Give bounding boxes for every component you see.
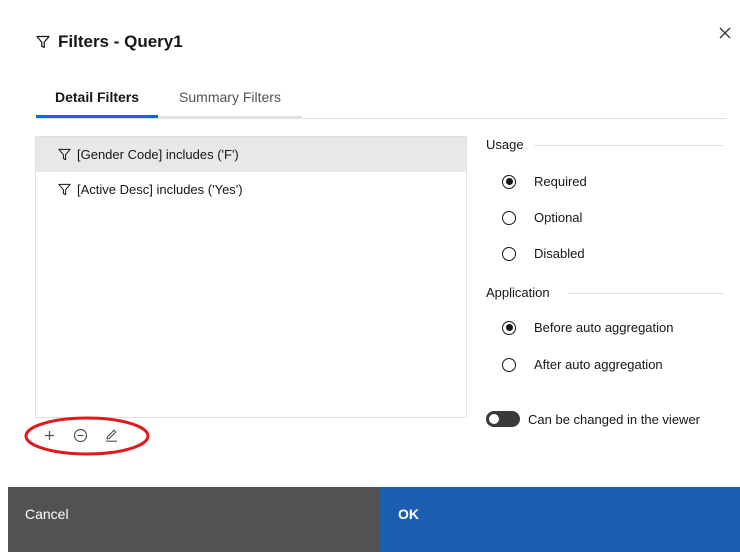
radio-indicator[interactable] bbox=[502, 210, 516, 225]
dialog-header: Filters - Query1 bbox=[36, 32, 183, 52]
cancel-button[interactable]: Cancel bbox=[8, 487, 380, 552]
usage-section-label: Usage bbox=[486, 137, 524, 152]
radio-indicator[interactable] bbox=[502, 320, 516, 335]
radio-label: Disabled bbox=[534, 246, 585, 261]
filter-icon bbox=[58, 183, 71, 196]
radio-optional[interactable]: Optional bbox=[502, 210, 582, 225]
filter-list: [Gender Code] includes ('F') [Active Des… bbox=[35, 136, 467, 418]
usage-divider bbox=[534, 145, 724, 146]
annotation-highlight-ring bbox=[24, 416, 150, 456]
radio-disabled[interactable]: Disabled bbox=[502, 246, 585, 261]
radio-before-aggregation[interactable]: Before auto aggregation bbox=[502, 320, 674, 335]
dialog-footer: Cancel OK bbox=[8, 487, 740, 552]
filters-dialog: Filters - Query1 Detail Filters Summary … bbox=[0, 0, 740, 552]
filter-label: [Active Desc] includes ('Yes') bbox=[77, 182, 243, 197]
radio-label: Before auto aggregation bbox=[534, 320, 674, 335]
filter-icon bbox=[36, 35, 50, 49]
viewer-toggle-label: Can be changed in the viewer bbox=[528, 411, 701, 427]
dialog-title: Filters - Query1 bbox=[58, 32, 183, 51]
radio-required[interactable]: Required bbox=[502, 174, 587, 189]
ok-button[interactable]: OK bbox=[380, 487, 740, 552]
radio-label: After auto aggregation bbox=[534, 357, 663, 372]
radio-after-aggregation[interactable]: After auto aggregation bbox=[502, 357, 663, 372]
filter-tabs: Detail Filters Summary Filters bbox=[36, 80, 726, 119]
list-item-active-filter[interactable]: [Active Desc] includes ('Yes') bbox=[36, 172, 466, 207]
filter-icon bbox=[58, 148, 71, 161]
radio-indicator[interactable] bbox=[502, 357, 516, 372]
list-item-gender-filter[interactable]: [Gender Code] includes ('F') bbox=[36, 137, 466, 172]
tab-detail-filters[interactable]: Detail Filters bbox=[36, 80, 158, 118]
application-divider bbox=[568, 293, 724, 294]
radio-indicator[interactable] bbox=[502, 174, 516, 189]
viewer-toggle-row: Can be changed in the viewer bbox=[486, 411, 700, 427]
radio-label: Required bbox=[534, 174, 587, 189]
radio-indicator[interactable] bbox=[502, 246, 516, 261]
tab-summary-filters[interactable]: Summary Filters bbox=[158, 80, 302, 118]
viewer-toggle-switch[interactable] bbox=[486, 411, 520, 427]
application-section-label: Application bbox=[486, 285, 550, 300]
radio-label: Optional bbox=[534, 210, 583, 225]
filter-label: [Gender Code] includes ('F') bbox=[77, 147, 239, 162]
close-icon[interactable] bbox=[716, 24, 734, 42]
